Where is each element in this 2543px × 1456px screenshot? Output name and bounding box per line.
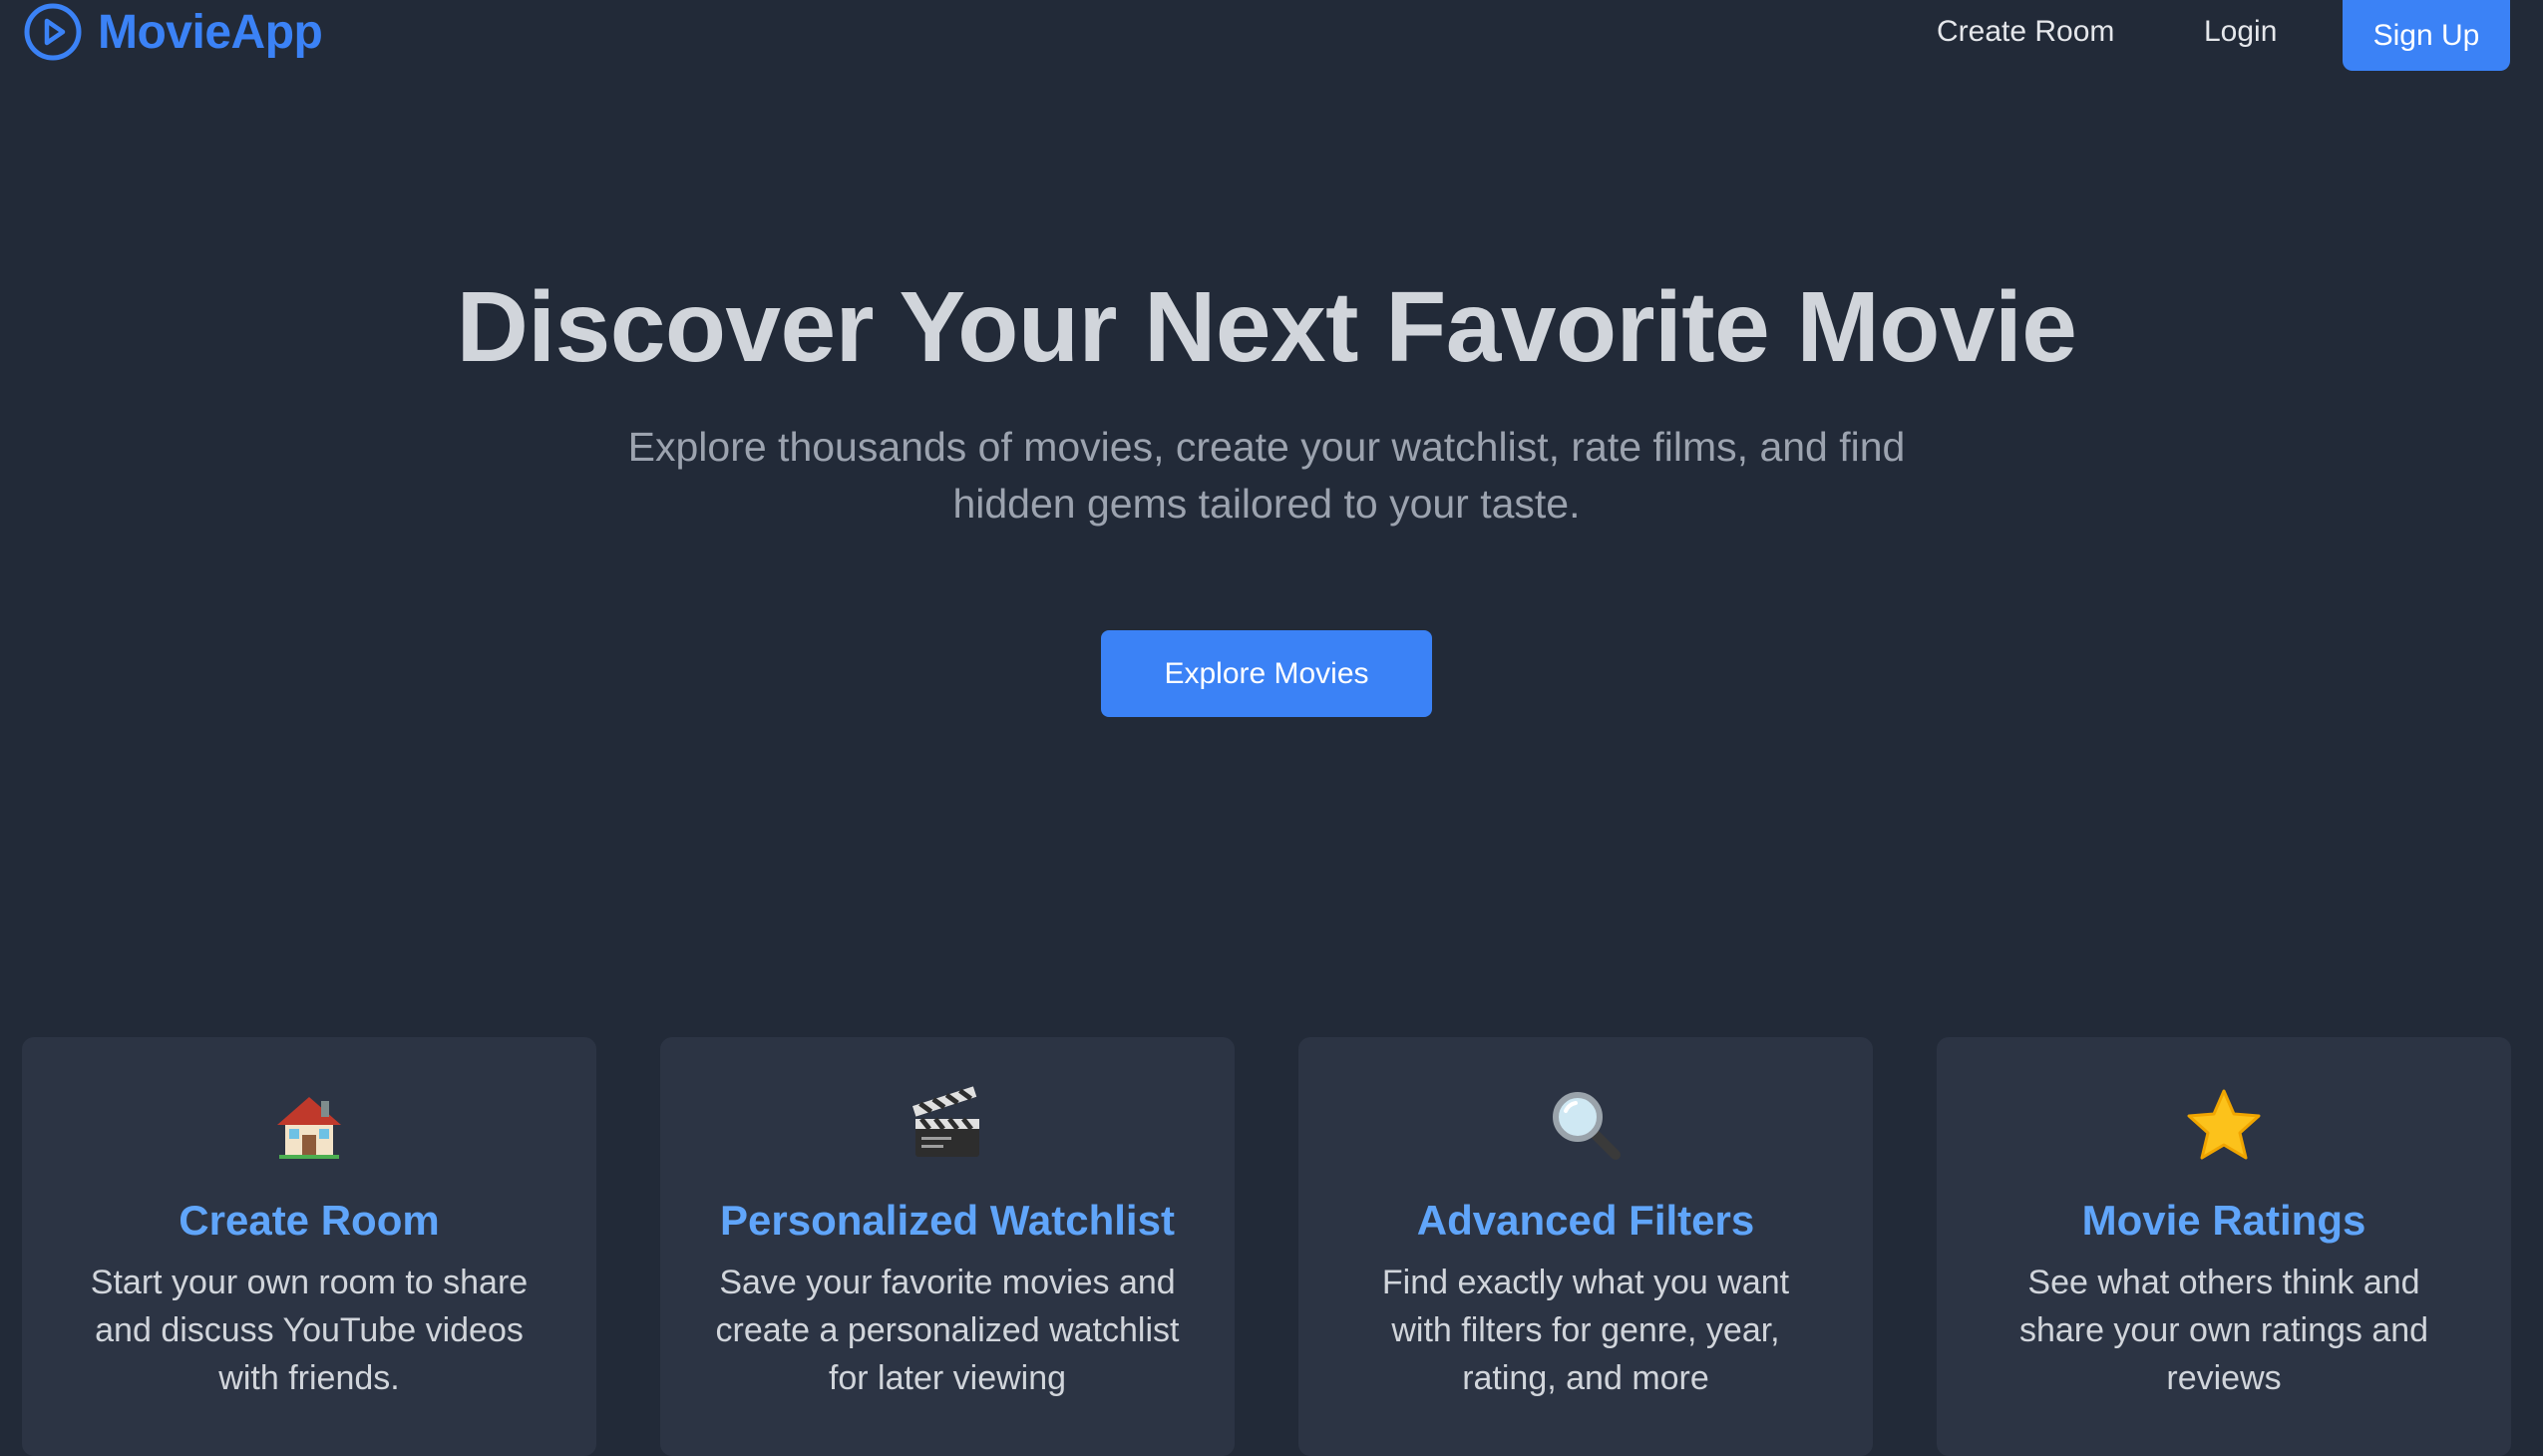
house-icon	[22, 1085, 596, 1175]
feature-title: Create Room	[179, 1197, 440, 1244]
feature-title: Personalized Watchlist	[720, 1197, 1175, 1244]
feature-card-create-room: Create Room Start your own room to share…	[22, 1037, 596, 1456]
clapperboard-icon	[660, 1085, 1235, 1175]
signup-button[interactable]: Sign Up	[2343, 0, 2510, 71]
feature-card-personalized-watchlist: Personalized Watchlist Save your favorit…	[660, 1037, 1235, 1456]
feature-description: Find exactly what you want with filters …	[1381, 1264, 1790, 1397]
nav-login-link[interactable]: Login	[2204, 10, 2277, 54]
feature-title: Advanced Filters	[1416, 1197, 1755, 1244]
star-icon	[1937, 1085, 2511, 1175]
feature-card-advanced-filters: Advanced Filters Find exactly what you w…	[1298, 1037, 1873, 1456]
magnifying-glass-icon	[1298, 1085, 1873, 1175]
feature-description: Save your favorite movies and create a p…	[715, 1264, 1180, 1397]
feature-description: See what others think and share your own…	[2018, 1264, 2429, 1397]
feature-card-movie-ratings: Movie Ratings See what others think and …	[1937, 1037, 2511, 1456]
hero-title: Discover Your Next Favorite Movie	[456, 271, 2077, 383]
play-circle-icon	[24, 3, 82, 61]
brand-name: MovieApp	[98, 5, 323, 59]
feature-description: Start your own room to share and discuss…	[90, 1264, 529, 1397]
navbar: MovieApp Create Room Login Sign Up	[0, 0, 2543, 72]
brand-logo-link[interactable]: MovieApp	[22, 0, 323, 64]
feature-title: Movie Ratings	[2081, 1197, 2366, 1244]
hero-subtitle: Explore thousands of movies, create your…	[627, 424, 1906, 527]
explore-movies-button[interactable]: Explore Movies	[1101, 630, 1432, 717]
nav-create-room-link[interactable]: Create Room	[1937, 10, 2114, 54]
